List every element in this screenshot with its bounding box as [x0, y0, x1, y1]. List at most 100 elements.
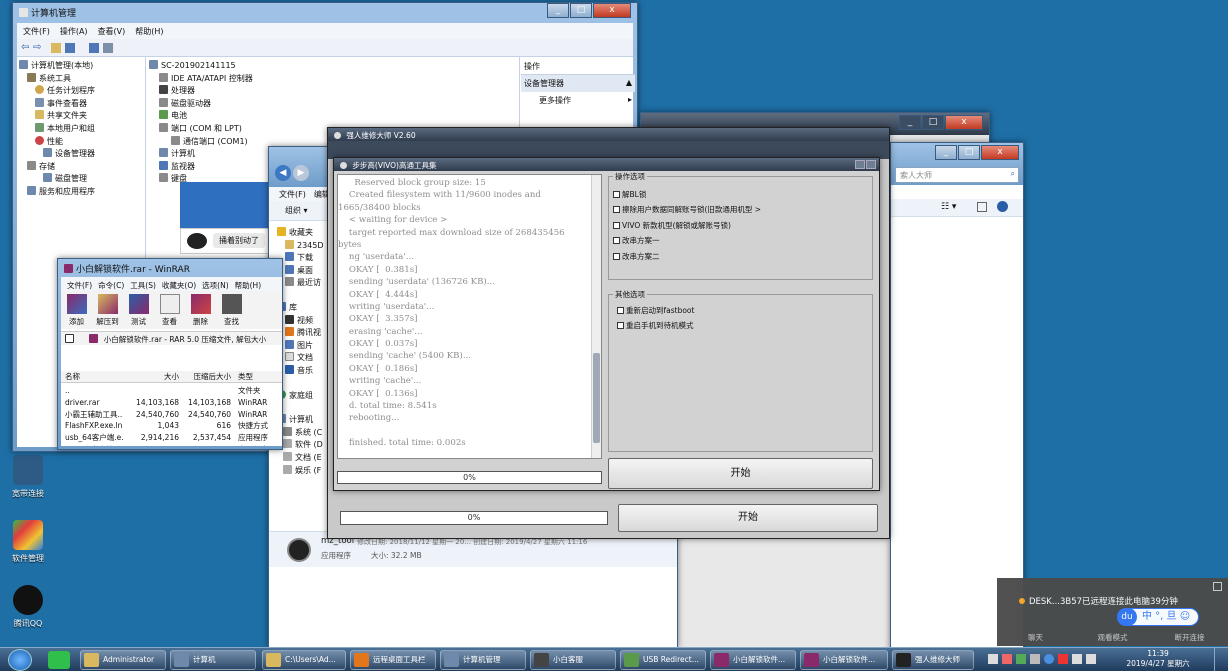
tree-storage[interactable]: 存储: [19, 160, 147, 174]
device-cpu[interactable]: 处理器: [149, 85, 389, 98]
menu-view[interactable]: 查看(V): [98, 26, 126, 37]
tree-system-tools[interactable]: 系统工具: [19, 72, 147, 86]
forward-icon[interactable]: ⇨: [33, 42, 41, 53]
close-button[interactable]: x: [981, 145, 1019, 160]
menu-action[interactable]: 操作(A): [60, 26, 88, 37]
scrollbar-thumb[interactable]: [593, 353, 600, 443]
network-tray-icon[interactable]: [1030, 654, 1040, 664]
show-desktop-button[interactable]: [1214, 648, 1228, 671]
tree-performance[interactable]: 性能: [19, 135, 147, 149]
ime-toolbar[interactable]: du 中 °, 旦 ☺: [1117, 608, 1200, 626]
file-row[interactable]: usb_64客户端.e... 2,914,216 2,537,454 应用程序: [61, 432, 282, 444]
file-row[interactable]: driver.rar 14,103,168 14,103,168 WinRAR: [61, 397, 282, 409]
menu-file[interactable]: 文件(F): [23, 26, 50, 37]
clock[interactable]: 11:39 2019/4/27 星期六: [1110, 649, 1206, 669]
find-button[interactable]: 查找: [216, 291, 247, 329]
device-root[interactable]: SC-201902141115: [149, 60, 389, 73]
file-row[interactable]: 小霸王辅助工具... 24,540,760 24,540,760 WinRAR: [61, 409, 282, 421]
minimize-button[interactable]: _: [899, 115, 921, 130]
add-button[interactable]: 添加: [61, 291, 92, 329]
operation-option[interactable]: 擦除用户数据同解账号锁(旧款通用机型 >: [613, 202, 761, 217]
checkbox[interactable]: [613, 221, 620, 229]
menu-help[interactable]: 帮助(H): [135, 26, 163, 37]
tray-icon[interactable]: [1016, 654, 1026, 664]
log-scrollbar[interactable]: [591, 175, 601, 458]
watch-mode-tab[interactable]: 观看模式: [1074, 630, 1151, 646]
taskbar-button[interactable]: 小白解锁软件...: [800, 650, 888, 670]
close-button[interactable]: x: [593, 3, 631, 18]
help-icon[interactable]: [997, 201, 1008, 212]
checkbox[interactable]: [613, 252, 620, 260]
menu-options[interactable]: 选项(N): [202, 280, 228, 291]
device-disk[interactable]: 磁盘驱动器: [149, 97, 389, 111]
view-button[interactable]: 查看: [154, 291, 185, 329]
taskbar-button[interactable]: 远程桌面工具栏: [350, 650, 436, 670]
tree-shared-folders[interactable]: 共享文件夹: [19, 110, 147, 123]
desktop-icon-qq[interactable]: 腾讯QQ: [4, 585, 52, 629]
checkbox[interactable]: [617, 322, 624, 330]
menu-help[interactable]: 帮助(H): [235, 280, 262, 291]
disconnect-tab[interactable]: 断开连接: [1151, 630, 1228, 646]
tree-root[interactable]: 计算机管理(本地): [19, 60, 147, 73]
outer-start-button[interactable]: 开始: [618, 504, 878, 532]
checkbox[interactable]: [617, 307, 624, 314]
more-actions[interactable]: 更多操作 ▸: [521, 92, 635, 109]
help-icon[interactable]: [89, 43, 99, 53]
start-button-orb[interactable]: [8, 649, 32, 671]
column-name[interactable]: 名称: [61, 371, 123, 383]
tree-event-viewer[interactable]: 事件查看器: [19, 97, 147, 111]
shield-icon[interactable]: [1044, 654, 1054, 664]
log-output[interactable]: Reserved block group size: 15 Created fi…: [337, 174, 602, 459]
column-size[interactable]: 大小: [123, 371, 183, 383]
close-button[interactable]: x: [945, 115, 983, 130]
column-packed[interactable]: 压缩后大小: [183, 371, 235, 383]
desktop-icon-broadband[interactable]: 宽带连接: [4, 455, 52, 499]
tree-task-scheduler[interactable]: 任务计划程序: [19, 85, 147, 98]
folder-up-icon[interactable]: [51, 43, 61, 53]
checkbox[interactable]: [613, 206, 620, 214]
menu-file[interactable]: 文件(F): [279, 189, 306, 199]
taskbar-button[interactable]: 小白客服: [530, 650, 616, 670]
search-input[interactable]: 索人大师 ⌕: [895, 167, 1019, 183]
taskbar-button[interactable]: 计算机: [170, 650, 256, 670]
desktop-icon-software-manager[interactable]: 软件管理: [4, 520, 52, 564]
taskbar-button[interactable]: USB Redirect...: [620, 650, 706, 670]
device-battery[interactable]: 电池: [149, 110, 389, 123]
other-option[interactable]: 重启手机到待机模式: [617, 318, 694, 333]
maximize-button[interactable]: □: [570, 3, 592, 18]
taskbar-button[interactable]: 小白解锁软件...: [710, 650, 796, 670]
maximize-button[interactable]: □: [922, 115, 944, 130]
taskbar-button[interactable]: 强人维修大师: [892, 650, 974, 670]
properties-icon[interactable]: [103, 43, 113, 53]
minimize-icon[interactable]: [1213, 582, 1222, 591]
operation-option[interactable]: 改串方案一: [613, 233, 761, 248]
forward-icon[interactable]: ▶: [293, 165, 309, 181]
checkbox[interactable]: [613, 237, 620, 245]
console-tree-icon[interactable]: [65, 43, 75, 53]
menu-commands[interactable]: 命令(C): [98, 280, 124, 291]
close-button[interactable]: [866, 160, 876, 169]
other-option[interactable]: 重新启动到fastboot: [617, 303, 694, 318]
view-options-icon[interactable]: ☷ ▾: [941, 202, 956, 212]
taskbar-button[interactable]: C:\Users\Ad...: [262, 650, 346, 670]
tree-services[interactable]: 服务和应用程序: [19, 185, 147, 199]
file-row[interactable]: .. 文件夹: [61, 385, 282, 397]
network-icon[interactable]: [1086, 654, 1096, 664]
tree-device-manager[interactable]: 设备管理器: [19, 148, 147, 161]
start-button[interactable]: 开始: [608, 458, 873, 489]
minimize-button[interactable]: _: [547, 3, 569, 18]
back-icon[interactable]: ⇦: [21, 42, 29, 53]
delete-button[interactable]: 删除: [185, 291, 216, 329]
maximize-button[interactable]: □: [958, 145, 980, 160]
device-ide[interactable]: IDE ATA/ATAPI 控制器: [149, 72, 389, 86]
up-folder-icon[interactable]: [65, 334, 74, 343]
chat-tab[interactable]: 聊天: [997, 630, 1074, 646]
menu-tools[interactable]: 工具(S): [130, 280, 156, 291]
actions-device-manager[interactable]: 设备管理器 ▲: [521, 75, 635, 92]
volume-icon[interactable]: [1072, 654, 1082, 664]
operation-option[interactable]: 改串方案二: [613, 249, 761, 264]
tree-disk-management[interactable]: 磁盘管理: [19, 173, 147, 186]
operation-option[interactable]: VIVO 新款机型(解锁或解账号锁): [613, 218, 761, 233]
preview-pane-icon[interactable]: [977, 202, 987, 212]
checkbox[interactable]: [613, 191, 620, 198]
